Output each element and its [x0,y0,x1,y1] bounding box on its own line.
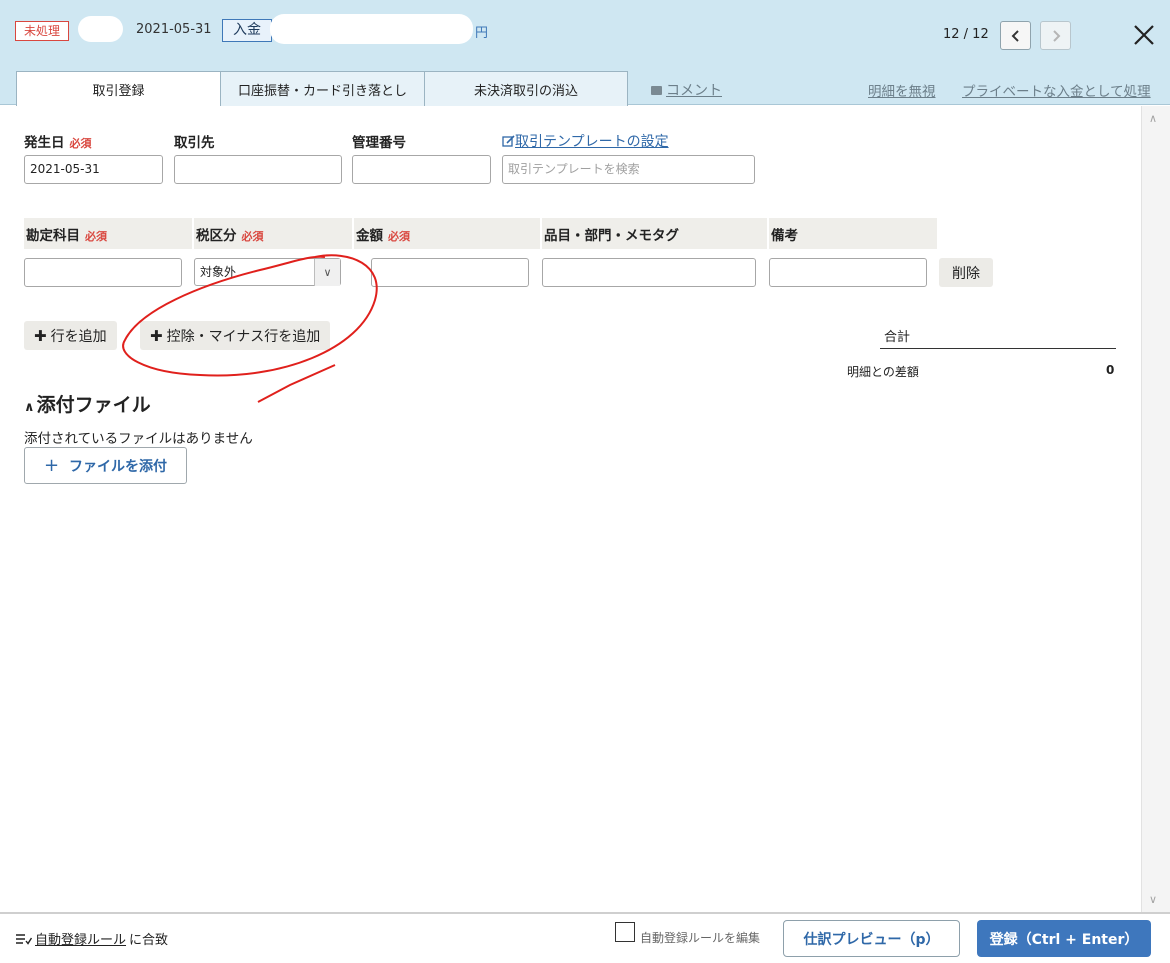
type-badge: 入金 [222,19,272,42]
attach-file-button[interactable]: + ファイルを添付 [24,447,187,484]
col-tags: 品目・部門・メモタグ [542,218,767,249]
status-badge: 未処理 [15,21,70,41]
plus-icon: + [43,455,60,476]
total-label: 合計 [884,330,911,345]
scrollbar[interactable]: ∧ ∨ [1141,106,1170,912]
notes-input[interactable] [769,258,927,287]
ignore-link[interactable]: 明細を無視 [868,80,936,100]
add-deduction-row-button[interactable]: ✚ 控除・マイナス行を追加 [140,321,331,350]
preview-button[interactable]: 仕訳プレビュー（p） [783,920,960,957]
submit-button[interactable]: 登録（Ctrl + Enter） [977,920,1151,957]
comment-link[interactable]: コメント [651,80,722,100]
partner-input[interactable] [174,155,342,184]
tab-transfer[interactable]: 口座振替・カード引き落とし [220,71,425,106]
chevron-up-icon: ∧ [24,400,35,415]
plus-icon: ✚ [150,326,163,345]
attachments-empty-text: 添付されているファイルはありません [24,431,253,447]
redacted-partner [78,16,123,42]
chevron-right-icon [1052,29,1060,42]
close-icon[interactable] [1131,22,1157,48]
edit-rule-checkbox[interactable] [615,922,635,942]
required-mark: 必須 [69,137,92,150]
tags-input[interactable] [542,258,756,287]
template-settings-link[interactable]: 取引テンプレートの設定 [502,131,669,151]
rule-list-icon [16,933,32,945]
date-label: 発生日 必須 [24,135,92,151]
account-input[interactable] [24,258,182,287]
transaction-header: 未処理 2021-05-31 入金 円 12 / 12 取引登録 口座振替・カー… [0,0,1170,106]
prev-button[interactable] [1000,21,1031,50]
total-divider [880,348,1116,349]
ref-label: 管理番号 [352,135,406,151]
private-income-link[interactable]: プライベートな入金として処理 [962,80,1151,100]
header-date: 2021-05-31 [136,22,212,37]
comment-label: コメント [666,83,722,99]
col-amount: 金額 必須 [354,218,540,249]
scroll-down-icon[interactable]: ∨ [1149,893,1157,906]
comment-icon [651,85,662,95]
edit-icon [502,135,515,147]
amount-currency: 円 [475,26,489,41]
scroll-up-icon[interactable]: ∧ [1149,112,1157,125]
next-button[interactable] [1040,21,1071,50]
col-tax: 税区分 必須 [194,218,352,249]
col-notes: 備考 [769,218,937,249]
partner-label: 取引先 [174,135,215,151]
redacted-amount [270,14,473,44]
tab-register[interactable]: 取引登録 [16,71,221,106]
col-account: 勘定科目 必須 [24,218,192,249]
pager-text: 12 / 12 [943,27,989,42]
tab-settle[interactable]: 未決済取引の消込 [424,71,628,106]
chevron-down-icon: ∨ [314,259,340,286]
tax-select[interactable]: 対象外 ∨ [194,258,341,286]
auto-rule-link[interactable]: 自動登録ルール に合致 [16,929,168,948]
template-search-input[interactable]: 取引テンプレートを検索 [502,155,755,184]
diff-value: 0 [1106,363,1115,377]
amount-input[interactable] [371,258,529,287]
plus-icon: ✚ [34,326,47,345]
attachments-toggle[interactable]: ∧ 添付ファイル [24,390,151,417]
diff-label: 明細との差額 [847,365,919,379]
edit-rule-label: 自動登録ルールを編集 [640,931,761,945]
date-input[interactable]: 2021-05-31 [24,155,163,184]
delete-row-button[interactable]: 削除 [939,258,993,287]
tax-select-value: 対象外 [200,265,237,279]
chevron-left-icon [1011,29,1019,42]
add-row-button[interactable]: ✚ 行を追加 [24,321,117,350]
ref-input[interactable] [352,155,491,184]
